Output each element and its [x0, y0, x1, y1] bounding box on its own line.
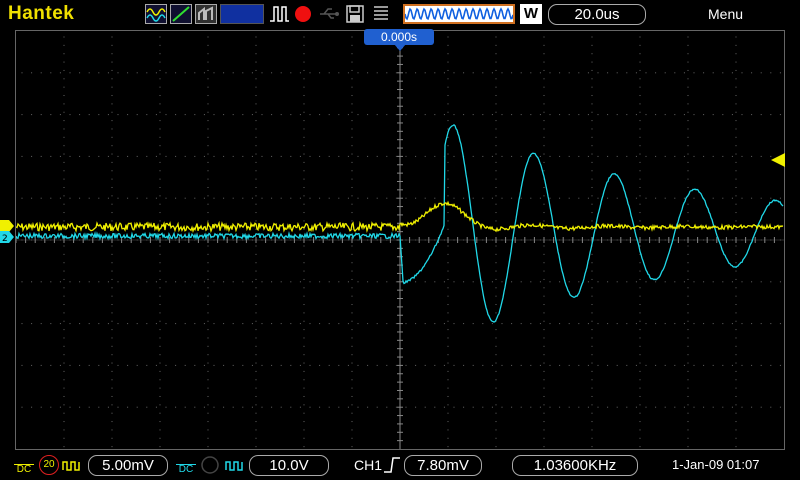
ch1-coupling-badge[interactable]: DC	[14, 455, 34, 475]
ch1-waveform-icon[interactable]	[145, 4, 167, 24]
trigger-level-arrow-icon[interactable]	[770, 152, 786, 168]
math-waveform-icon[interactable]	[170, 4, 192, 24]
ch1-bandwidth-limit-icon[interactable]: 20	[39, 455, 59, 475]
ch2-ground-marker-icon[interactable]: 2	[0, 231, 14, 243]
ch2-bandwidth-limit-icon[interactable]	[200, 455, 220, 475]
ch1-probe-icon[interactable]	[62, 458, 82, 472]
ch2-volts-per-div[interactable]: 10.0V	[249, 455, 329, 476]
bottom-status-bar: DC 20 5.00mV DC 10.0V CH1 7.80mV 1.03600…	[0, 450, 800, 480]
trigger-pointer-icon	[394, 44, 406, 51]
ch2-probe-icon[interactable]	[225, 458, 245, 472]
printer-icon[interactable]	[372, 4, 390, 24]
brand-logo: Hantek	[8, 3, 75, 24]
trigger-source-label[interactable]: CH1	[354, 457, 382, 473]
save-icon[interactable]	[345, 4, 365, 24]
ch2-coupling-badge[interactable]: DC	[176, 455, 196, 475]
timebase-readout[interactable]: 20.0us	[548, 4, 646, 25]
memory-waveform-strip[interactable]	[403, 4, 515, 24]
svg-text:2: 2	[2, 234, 8, 243]
usb-icon	[318, 4, 340, 24]
blank-slot-icon	[220, 4, 264, 24]
trigger-level[interactable]: 7.80mV	[404, 455, 482, 476]
run-state-icon[interactable]	[268, 4, 290, 24]
timebase-mode-badge[interactable]: W	[520, 4, 542, 24]
menu-button[interactable]: Menu	[708, 6, 743, 22]
waveform-display[interactable]	[15, 30, 785, 450]
ref-waveform-icon[interactable]	[195, 4, 217, 24]
trigger-position-marker[interactable]: 0.000s	[364, 29, 434, 45]
ch1-volts-per-div[interactable]: 5.00mV	[88, 455, 168, 476]
stop-icon[interactable]	[293, 4, 313, 24]
trigger-edge-icon[interactable]	[383, 456, 401, 474]
datetime-readout: 1-Jan-09 01:07	[672, 457, 760, 472]
frequency-counter: 1.03600KHz	[512, 455, 638, 476]
top-status-bar: Hantek W 20.0us Menu	[0, 0, 800, 28]
